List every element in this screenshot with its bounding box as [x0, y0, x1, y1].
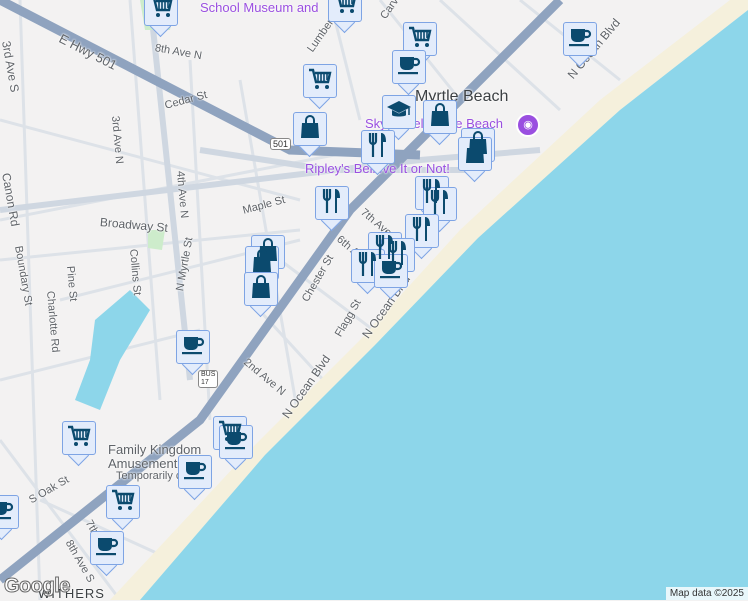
marker-box [62, 421, 96, 455]
marker-box [106, 485, 140, 519]
marker-box [563, 22, 597, 56]
poi-label-museum[interactable]: School Museum and [200, 0, 319, 15]
marker-box [361, 130, 395, 164]
map-marker-coffee[interactable] [176, 330, 210, 376]
map-marker-restaurant[interactable] [315, 186, 349, 232]
marker-box [315, 186, 349, 220]
google-logo: Google [4, 575, 71, 598]
map-marker-cart[interactable] [62, 421, 96, 467]
coffee-icon [224, 429, 248, 456]
map-marker-restaurant[interactable] [361, 130, 395, 176]
marker-box [244, 272, 278, 306]
cart-icon [111, 489, 135, 516]
lake [75, 290, 150, 410]
restaurant-icon [367, 132, 389, 163]
map-marker-cart[interactable] [144, 0, 178, 38]
coffee-icon [0, 499, 14, 526]
map-marker-cart[interactable] [106, 485, 140, 531]
coffee-icon [95, 535, 119, 562]
route-shield-501: 501 [270, 138, 292, 150]
bag-icon [299, 114, 321, 144]
marker-box [176, 330, 210, 364]
marker-box [382, 95, 416, 129]
map-marker-bag[interactable] [293, 112, 327, 158]
cart-icon [308, 68, 332, 95]
marker-box [374, 254, 408, 288]
marker-box [392, 50, 426, 84]
map-marker-coffee[interactable] [90, 531, 124, 577]
restaurant-icon [321, 188, 343, 219]
bag-icon [464, 139, 486, 169]
bag-icon [429, 102, 451, 132]
marker-box [423, 100, 457, 134]
map-marker-bag[interactable] [423, 100, 457, 146]
marker-box [178, 455, 212, 489]
bag-icon [250, 274, 272, 304]
coffee-icon [397, 54, 421, 81]
marker-box [90, 531, 124, 565]
map-marker-coffee[interactable] [178, 455, 212, 501]
coffee-icon [379, 258, 403, 285]
map-marker-bag[interactable] [244, 272, 278, 318]
camera-icon[interactable]: ◉ [516, 113, 540, 137]
cart-icon [333, 0, 357, 19]
map-marker-coffee[interactable] [374, 254, 408, 300]
cart-icon [408, 26, 432, 53]
marker-box [293, 112, 327, 146]
marker-box [219, 425, 253, 459]
marker-box [328, 0, 362, 22]
marker-box [303, 64, 337, 98]
map-marker-coffee[interactable] [392, 50, 426, 96]
map-marker-coffee[interactable] [563, 22, 597, 68]
map-marker-coffee[interactable] [219, 425, 253, 471]
school-icon [386, 99, 412, 126]
coffee-icon [183, 459, 207, 486]
cart-icon [149, 0, 173, 23]
map-marker-coffee[interactable] [0, 495, 19, 541]
map-marker-cart[interactable] [328, 0, 362, 34]
marker-box [144, 0, 178, 26]
marker-box [0, 495, 19, 529]
coffee-icon [181, 334, 205, 361]
cart-icon [67, 425, 91, 452]
map-marker-cart[interactable] [303, 64, 337, 110]
coffee-icon [568, 26, 592, 53]
map-attribution: Map data ©2025 [665, 587, 748, 600]
